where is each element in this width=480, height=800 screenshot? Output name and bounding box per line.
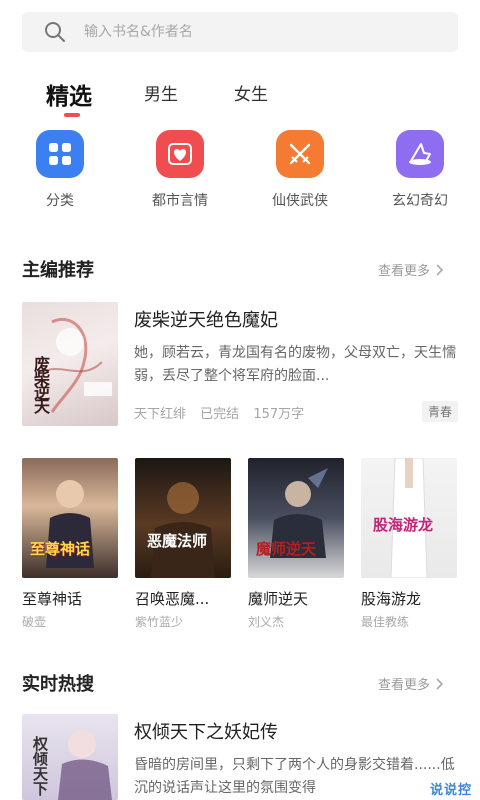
- book-author: 天下红绯: [134, 407, 187, 422]
- category-urban-romance[interactable]: 都市言情: [135, 130, 225, 210]
- book-title: 至尊神话: [22, 590, 83, 608]
- view-more-label: 查看更多: [378, 264, 431, 279]
- cover-title: 魔师逆天: [256, 540, 317, 558]
- genre-tag: 青春: [421, 401, 458, 422]
- cover-title: 权倾天下: [31, 736, 49, 796]
- chevron-right-icon: [436, 263, 444, 276]
- book-cover: 魔师逆天: [248, 458, 344, 578]
- book-author: 最佳教练: [361, 615, 410, 629]
- search-input[interactable]: [84, 24, 404, 40]
- category-label: 都市言情: [152, 193, 208, 209]
- chevron-right-icon: [436, 677, 444, 690]
- featured-book-card[interactable]: 废柴逆天 废柴逆天绝色魔妃 她，顾若云，青龙国有名的废物，父母双亡，天生懦弱，丢…: [22, 302, 458, 426]
- tab-female[interactable]: 女生: [234, 80, 268, 105]
- book-author: 破壶: [22, 615, 47, 629]
- search-icon: [45, 22, 65, 42]
- section-title-editor-picks: 主编推荐: [22, 260, 94, 281]
- book-grid: 至尊神话 至尊神话 破壶 恶魔法师 召唤恶魔... 紫竹蓝少 魔师逆天 魔师逆天…: [22, 458, 462, 638]
- cover-title: 股海游龙: [373, 516, 434, 534]
- cover-title: 废柴逆天: [31, 356, 50, 412]
- heart-icon: [156, 130, 204, 178]
- hot-book-card[interactable]: 权倾天下 权倾天下之妖妃传 昏暗的房间里，只剩下了两个人的身影交错着......…: [22, 714, 458, 800]
- book-title: 废柴逆天绝色魔妃: [134, 310, 278, 331]
- book-cover: 至尊神话: [22, 458, 118, 578]
- watermark-logo: 说说控: [429, 783, 472, 798]
- book-title: 权倾天下之妖妃传: [134, 722, 278, 743]
- tab-male[interactable]: 男生: [144, 80, 178, 105]
- category-classify[interactable]: 分类: [15, 130, 105, 210]
- book-word-count: 157万字: [253, 407, 305, 422]
- book-title: 魔师逆天: [248, 590, 309, 608]
- book-meta: 天下红绯 已完结 157万字: [134, 403, 314, 422]
- swords-icon: [276, 130, 324, 178]
- book-status: 已完结: [200, 407, 240, 422]
- cover-title: 恶魔法师: [147, 532, 208, 550]
- active-tab-indicator: [64, 113, 80, 117]
- search-bar[interactable]: [22, 12, 458, 52]
- category-xianxia[interactable]: 仙侠武侠: [255, 130, 345, 210]
- book-author: 刘义杰: [248, 615, 285, 629]
- book-description: 她，顾若云，青龙国有名的废物，父母双亡，天生懦弱，丢尽了整个将军府的脸面...: [134, 345, 456, 384]
- wizard-hat-icon: [396, 130, 444, 178]
- book-title: 股海游龙: [361, 590, 422, 608]
- category-label: 仙侠武侠: [272, 193, 328, 209]
- grid-icon: [36, 130, 84, 178]
- view-more-label: 查看更多: [378, 678, 431, 693]
- book-cover: 废柴逆天: [22, 302, 118, 426]
- category-label: 玄幻奇幻: [392, 193, 448, 209]
- book-description: 昏暗的房间里，只剩下了两个人的身影交错着......低沉的说话声让这里的氛围变得: [134, 757, 455, 796]
- book-author: 紫竹蓝少: [135, 615, 184, 629]
- tab-featured[interactable]: 精选: [46, 77, 92, 111]
- book-cover: 股海游龙: [361, 458, 457, 578]
- category-fantasy[interactable]: 玄幻奇幻: [375, 130, 465, 210]
- book-title: 召唤恶魔...: [135, 590, 210, 608]
- view-more-hot-search[interactable]: 查看更多: [378, 674, 444, 693]
- category-label: 分类: [46, 193, 74, 209]
- tab-bar: 精选 男生 女生: [0, 72, 480, 120]
- category-shortcuts: 分类 都市言情 仙侠武侠 玄幻奇幻: [0, 130, 480, 220]
- section-title-hot-search: 实时热搜: [22, 674, 94, 695]
- book-cover: 权倾天下: [22, 714, 118, 800]
- view-more-editor-picks[interactable]: 查看更多: [378, 260, 444, 279]
- book-cover: 恶魔法师: [135, 458, 231, 578]
- cover-title: 至尊神话: [30, 540, 91, 558]
